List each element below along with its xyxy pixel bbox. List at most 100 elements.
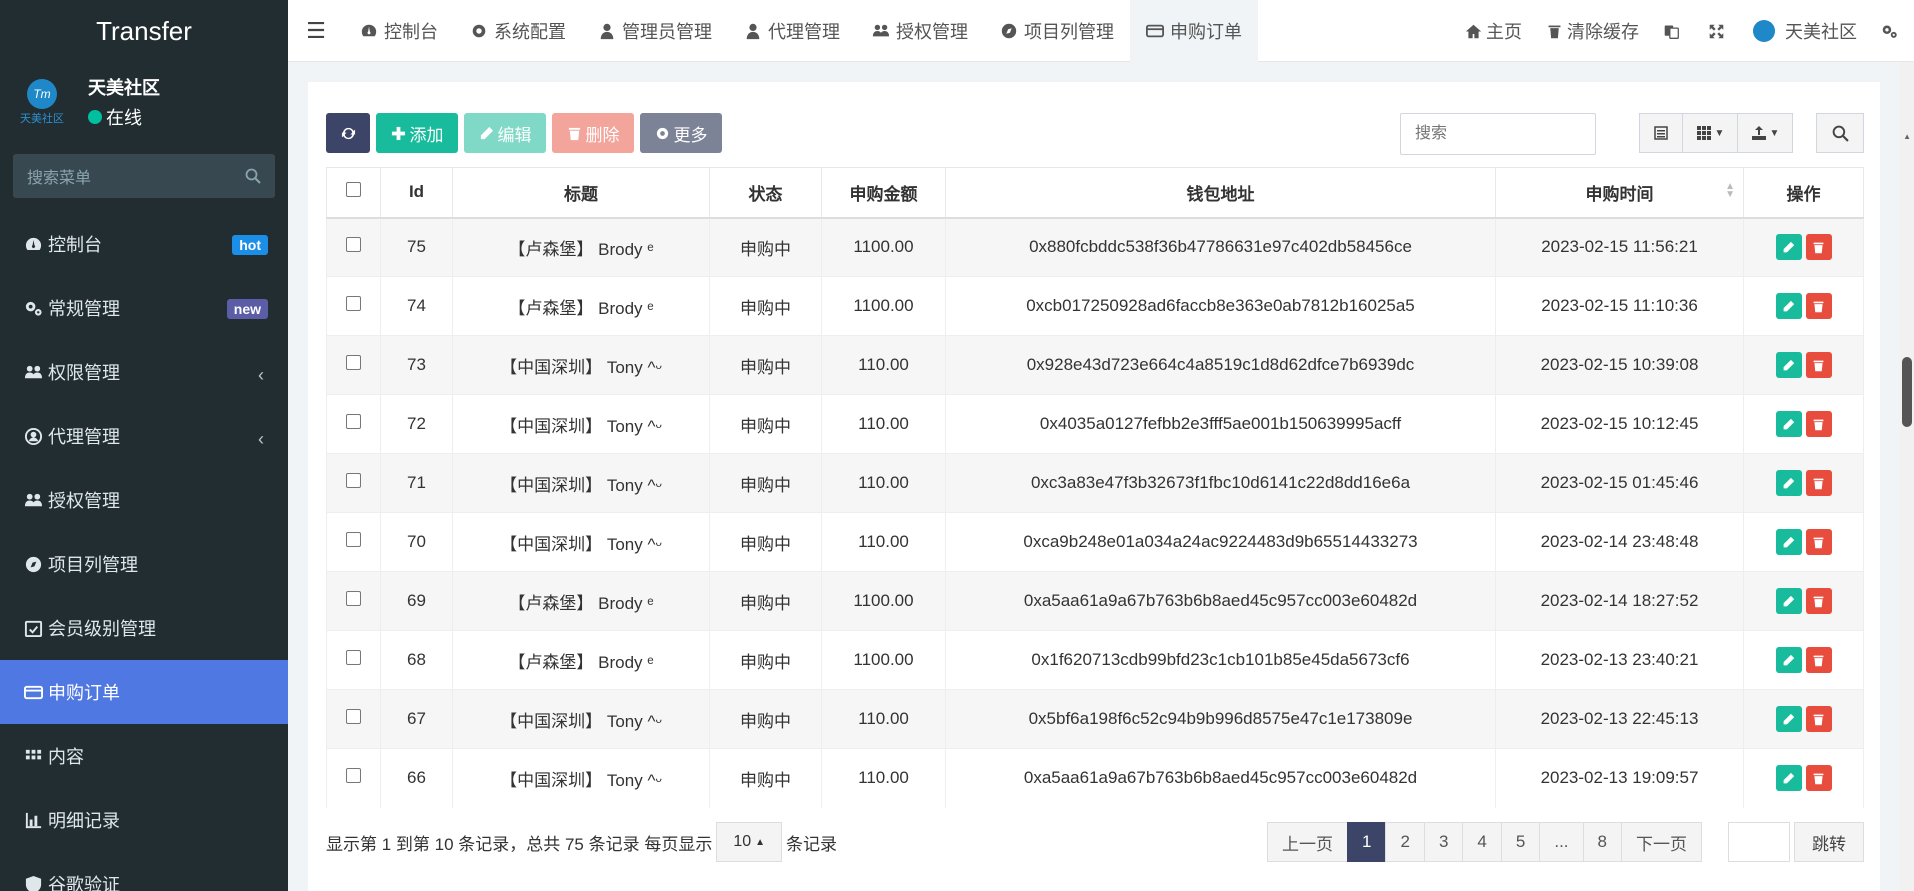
page-next[interactable]: 下一页 (1620, 822, 1702, 862)
search-button[interactable] (1816, 113, 1864, 153)
column-header-id[interactable]: Id (380, 167, 453, 219)
row-delete-button[interactable] (1805, 352, 1832, 378)
brand-title[interactable]: Transfer (0, 0, 288, 62)
row-checkbox[interactable] (346, 532, 361, 547)
column-header-title[interactable]: 标题 (452, 167, 710, 219)
sidebar-item-agents[interactable]: 代理管理 ‹ (0, 404, 288, 468)
more-button[interactable]: 更多 (640, 113, 722, 153)
sidebar-item-content[interactable]: 内容 (0, 724, 288, 788)
table-header-row: Id 标题 状态 申购金额 钱包地址 申购时间 ▲ ▼ 操作 (326, 167, 1864, 219)
goto-page-input[interactable] (1728, 822, 1790, 862)
column-header-amount[interactable]: 申购金额 (821, 167, 946, 219)
tab-orders[interactable]: 申购订单 (1130, 0, 1258, 62)
sidebar-item-authorization[interactable]: 授权管理 (0, 468, 288, 532)
translate-button[interactable] (1651, 0, 1696, 62)
sidebar-item-general[interactable]: 常规管理 new (0, 276, 288, 340)
page-size-value: 10 (733, 833, 752, 850)
settings-button[interactable] (1869, 0, 1914, 62)
sidebar-search-input[interactable]: 搜索菜单 (13, 154, 275, 198)
row-delete-button[interactable] (1805, 411, 1832, 437)
sidebar-item-projects[interactable]: 项目列管理 (0, 532, 288, 596)
home-link[interactable]: 主页 (1453, 0, 1534, 62)
gear-icon (656, 127, 668, 139)
tab-label: 项目列管理 (1024, 21, 1114, 42)
page-5[interactable]: 5 (1500, 822, 1541, 862)
row-delete-button[interactable] (1805, 765, 1832, 792)
row-checkbox[interactable] (346, 296, 361, 311)
row-delete-button[interactable] (1805, 588, 1832, 614)
user-menu[interactable]: 天美社区 (1741, 0, 1869, 62)
row-edit-button[interactable] (1775, 293, 1802, 319)
add-button[interactable]: 添加 (376, 113, 458, 153)
tab-admins[interactable]: 管理员管理 (582, 0, 728, 62)
row-delete-button[interactable] (1805, 706, 1832, 732)
sidebar-item-google-auth[interactable]: 谷歌验证 (0, 852, 288, 891)
column-header-wallet[interactable]: 钱包地址 (945, 167, 1496, 219)
tab-system-config[interactable]: 系统配置 (454, 0, 582, 62)
column-header-status[interactable]: 状态 (709, 167, 822, 219)
sidebar-item-records[interactable]: 明细记录 (0, 788, 288, 852)
tab-agents[interactable]: 代理管理 (728, 0, 856, 62)
page-8[interactable]: 8 (1582, 822, 1622, 862)
row-edit-button[interactable] (1775, 234, 1802, 261)
row-edit-button[interactable] (1775, 765, 1802, 792)
table-row: 75 【卢森堡】 Brody ᵉ 申购中 1100.00 0x880fcbddc538f… (326, 217, 1864, 277)
select-all-checkbox[interactable] (346, 182, 361, 198)
page-2[interactable]: 2 (1385, 822, 1425, 862)
tab-dashboard[interactable]: 控制台 (344, 0, 454, 62)
goto-button[interactable]: 跳转 (1794, 822, 1864, 862)
edit-button[interactable]: 编辑 (464, 113, 546, 153)
row-edit-button[interactable] (1775, 588, 1802, 614)
delete-button[interactable]: 删除 (552, 113, 634, 153)
page-3[interactable]: 3 (1423, 822, 1464, 862)
page-prev[interactable]: 上一页 (1267, 822, 1348, 862)
row-checkbox[interactable] (346, 709, 361, 724)
cell-time: 2023-02-15 10:39:08 (1495, 335, 1744, 395)
export-button[interactable]: ▼ (1737, 113, 1793, 153)
row-delete-button[interactable] (1805, 529, 1832, 555)
row-edit-button[interactable] (1775, 352, 1802, 378)
row-edit-button[interactable] (1775, 470, 1802, 496)
refresh-button[interactable] (326, 113, 370, 153)
row-edit-button[interactable] (1775, 529, 1802, 555)
search-input[interactable] (1400, 113, 1596, 155)
row-edit-button[interactable] (1775, 411, 1802, 437)
row-checkbox[interactable] (346, 237, 361, 253)
page-size-select[interactable]: 10 ▲ (716, 822, 783, 862)
row-checkbox[interactable] (346, 414, 361, 429)
tab-projects[interactable]: 项目列管理 (984, 0, 1130, 62)
row-checkbox[interactable] (346, 591, 361, 606)
toggle-view-button[interactable] (1639, 113, 1683, 153)
scroll-up-icon[interactable]: ▲ (1903, 132, 1911, 141)
row-delete-button[interactable] (1805, 293, 1832, 319)
row-delete-button[interactable] (1805, 647, 1832, 673)
clear-cache-button[interactable]: 清除缓存 (1534, 0, 1651, 62)
cell-status: 申购中 (709, 217, 822, 277)
user-panel: Tm 天美社区 天美社区 在线 (0, 62, 288, 142)
row-checkbox[interactable] (346, 650, 361, 665)
sidebar-item-dashboard[interactable]: 控制台 hot (0, 212, 288, 276)
sidebar-item-permissions[interactable]: 权限管理 ‹ (0, 340, 288, 404)
row-edit-button[interactable] (1775, 647, 1802, 673)
row-edit-button[interactable] (1775, 706, 1802, 732)
page-4[interactable]: 4 (1462, 822, 1502, 862)
tab-authorization[interactable]: 授权管理 (856, 0, 984, 62)
row-delete-button[interactable] (1805, 470, 1832, 496)
menu-toggle-button[interactable]: ☰ (288, 0, 344, 62)
columns-button[interactable]: ▼ (1682, 113, 1738, 153)
scrollbar-thumb[interactable] (1902, 357, 1912, 427)
row-checkbox[interactable] (346, 355, 361, 370)
row-delete-button[interactable] (1805, 234, 1832, 261)
column-header-time[interactable]: 申购时间 ▲ ▼ (1495, 167, 1744, 219)
sidebar-item-orders[interactable]: 申购订单 (0, 660, 288, 724)
column-header-actions: 操作 (1743, 167, 1864, 219)
row-checkbox[interactable] (346, 473, 361, 488)
cell-status: 申购中 (709, 276, 822, 336)
scrollbar[interactable]: ▲ (1900, 62, 1914, 891)
sidebar-item-member-levels[interactable]: 会员级别管理 (0, 596, 288, 660)
row-checkbox[interactable] (346, 768, 361, 784)
fullscreen-button[interactable] (1696, 0, 1741, 62)
trash-icon (1813, 596, 1824, 607)
page-1[interactable]: 1 (1347, 822, 1387, 862)
pencil-icon (1783, 477, 1795, 488)
